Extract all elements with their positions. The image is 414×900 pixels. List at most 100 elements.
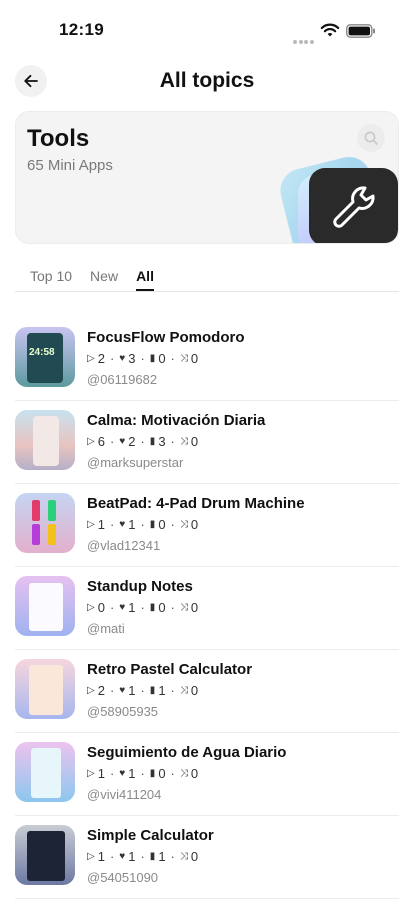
plays-count: 1 (97, 849, 105, 864)
list-item[interactable]: Seguimiento de Agua Diario ▷ 1 · ♥ 1 · ▮ 0 … (0, 733, 414, 816)
heart-icon: ♥ (119, 602, 126, 613)
plays-count: 0 (97, 600, 105, 615)
bookmark-icon: ▮ (149, 768, 156, 779)
likes-count: 3 (128, 351, 136, 366)
saves-count: 3 (158, 434, 166, 449)
play-icon: ▷ (87, 768, 95, 779)
saves-count: 1 (158, 683, 166, 698)
page-title: All topics (159, 69, 255, 92)
status-bar: 12:19 (0, 0, 414, 60)
likes-count: 1 (128, 600, 136, 615)
plays-count: 1 (97, 766, 105, 781)
shuffle-icon: ⤨ (179, 519, 188, 530)
app-thumbnail (15, 576, 75, 636)
remixes-count: 0 (190, 766, 199, 781)
list-item[interactable]: Calma: Motivación Diaria ▷ 6 · ♥ 2 · ▮ 3 · … (0, 401, 414, 484)
app-thumbnail: 24:58 (15, 327, 75, 387)
topic-hero-card: Tools 65 Mini Apps (15, 111, 399, 244)
remixes-count: 0 (190, 600, 199, 615)
bookmark-icon: ▮ (149, 685, 156, 696)
remixes-count: 0 (190, 683, 199, 698)
heart-icon: ♥ (119, 436, 126, 447)
list-item[interactable]: Simple Calculator ▷ 1 · ♥ 1 · ▮ 1 · ⤨ 0 @540… (0, 816, 414, 899)
play-icon: ▷ (87, 436, 95, 447)
saves-count: 0 (158, 351, 166, 366)
search-button[interactable] (357, 124, 385, 152)
heart-icon: ♥ (119, 768, 126, 779)
app-stats: ▷ 2 · ♥ 3 · ▮ 0 · ⤨ 0 (87, 351, 199, 366)
bookmark-icon: ▮ (149, 851, 156, 862)
app-name: Simple Calculator (87, 827, 214, 844)
heart-icon: ♥ (119, 851, 126, 862)
saves-count: 0 (158, 766, 166, 781)
plays-count: 2 (97, 351, 105, 366)
app-list: 24:58 FocusFlow Pomodoro ▷ 2 · ♥ 3 · ▮ 0 · … (0, 318, 414, 899)
app-name: Seguimiento de Agua Diario (87, 744, 287, 761)
tab-all[interactable]: All (136, 268, 154, 291)
status-time: 12:19 (59, 20, 104, 39)
shuffle-icon: ⤨ (179, 436, 188, 447)
author-handle[interactable]: @58905935 (87, 704, 158, 719)
play-icon: ▷ (87, 602, 95, 613)
saves-count: 1 (158, 849, 166, 864)
play-icon: ▷ (87, 519, 95, 530)
remixes-count: 0 (190, 434, 199, 449)
plays-count: 2 (97, 683, 105, 698)
remixes-count: 0 (190, 517, 199, 532)
bookmark-icon: ▮ (149, 602, 156, 613)
search-icon (364, 131, 378, 145)
remixes-count: 0 (190, 849, 199, 864)
bookmark-icon: ▮ (149, 436, 156, 447)
signal-dots-icon (293, 31, 315, 44)
list-item[interactable]: Standup Notes ▷ 0 · ♥ 1 · ▮ 0 · ⤨ 0 @mati (0, 567, 414, 650)
likes-count: 1 (128, 683, 136, 698)
plays-count: 6 (97, 434, 105, 449)
tabs-divider (15, 291, 399, 292)
shuffle-icon: ⤨ (179, 602, 188, 613)
topic-title: Tools (27, 125, 90, 152)
likes-count: 2 (128, 434, 136, 449)
app-name: FocusFlow Pomodoro (87, 329, 245, 346)
likes-count: 1 (128, 766, 136, 781)
app-thumbnail (15, 742, 75, 802)
thumbnail-timer-text: 24:58 (29, 347, 55, 358)
app-name: Standup Notes (87, 578, 193, 595)
list-item[interactable]: BeatPad: 4-Pad Drum Machine ▷ 1 · ♥ 1 · ▮ 0… (0, 484, 414, 567)
app-name: Calma: Motivación Diaria (87, 412, 266, 429)
author-handle[interactable]: @vlad12341 (87, 538, 160, 553)
play-icon: ▷ (87, 685, 95, 696)
play-icon: ▷ (87, 353, 95, 364)
plays-count: 1 (97, 517, 105, 532)
saves-count: 0 (158, 600, 166, 615)
app-stats: ▷ 1 · ♥ 1 · ▮ 1 · ⤨ 0 (87, 849, 199, 864)
bookmark-icon: ▮ (149, 519, 156, 530)
list-item[interactable]: Retro Pastel Calculator ▷ 2 · ♥ 1 · ▮ 1 · ⤨… (0, 650, 414, 733)
list-item[interactable]: 24:58 FocusFlow Pomodoro ▷ 2 · ♥ 3 · ▮ 0 · … (0, 318, 414, 401)
author-handle[interactable]: @54051090 (87, 870, 158, 885)
topic-app-count: 65 Mini Apps (27, 157, 113, 174)
app-name: BeatPad: 4-Pad Drum Machine (87, 495, 305, 512)
app-name: Retro Pastel Calculator (87, 661, 253, 678)
wifi-icon (320, 23, 340, 37)
app-thumbnail (15, 659, 75, 719)
app-stats: ▷ 0 · ♥ 1 · ▮ 0 · ⤨ 0 (87, 600, 199, 615)
saves-count: 0 (158, 517, 166, 532)
shuffle-icon: ⤨ (179, 768, 188, 779)
shuffle-icon: ⤨ (179, 353, 188, 364)
remixes-count: 0 (190, 351, 199, 366)
author-handle[interactable]: @mati (87, 621, 125, 636)
app-stats: ▷ 1 · ♥ 1 · ▮ 0 · ⤨ 0 (87, 766, 199, 781)
author-handle[interactable]: @marksuperstar (87, 455, 183, 470)
shuffle-icon: ⤨ (179, 851, 188, 862)
author-handle[interactable]: @vivi411204 (87, 787, 161, 802)
play-icon: ▷ (87, 851, 95, 862)
author-handle[interactable]: @06119682 (87, 372, 157, 387)
tab-new[interactable]: New (90, 268, 118, 284)
heart-icon: ♥ (119, 685, 126, 696)
app-stats: ▷ 6 · ♥ 2 · ▮ 3 · ⤨ 0 (87, 434, 199, 449)
likes-count: 1 (128, 517, 136, 532)
app-thumbnail (15, 493, 75, 553)
tab-top-10[interactable]: Top 10 (30, 268, 72, 284)
tab-bar: Top 10 New All (30, 268, 154, 291)
heart-icon: ♥ (119, 353, 126, 364)
